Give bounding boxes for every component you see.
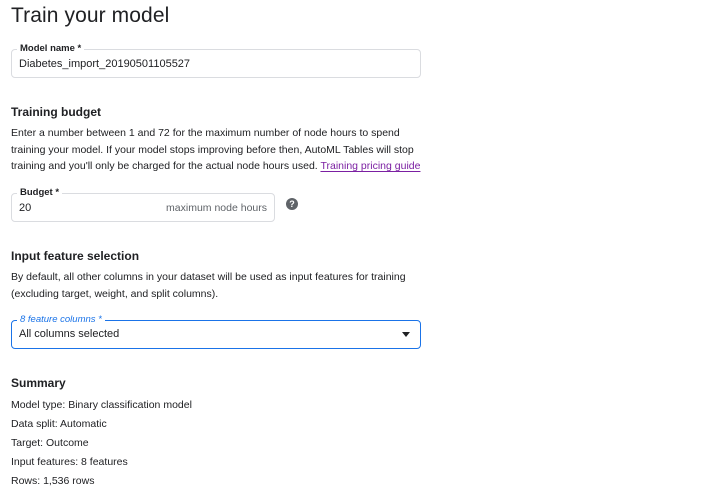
model-name-field[interactable]: Model name * Diabetes_import_20190501105… bbox=[11, 43, 421, 78]
input-feature-description: By default, all other columns in your da… bbox=[11, 269, 431, 302]
input-feature-description-line: By default, all other columns in your da… bbox=[11, 271, 406, 283]
page-title: Train your model bbox=[11, 4, 170, 27]
help-circle-icon[interactable]: ? bbox=[286, 198, 298, 210]
budget-input[interactable]: 20 bbox=[19, 202, 31, 214]
arrow-drop-down-icon[interactable] bbox=[402, 332, 410, 337]
feature-columns-label: 8 feature columns * bbox=[17, 314, 105, 326]
summary-rows: Rows: 1,536 rows bbox=[11, 475, 95, 487]
summary-input-features: Input features: 8 features bbox=[11, 456, 128, 468]
budget-label: Budget * bbox=[17, 187, 63, 199]
summary-data-split: Data split: Automatic bbox=[11, 418, 107, 430]
budget-suffix: maximum node hours bbox=[166, 202, 267, 214]
summary-model-type: Model type: Binary classification model bbox=[11, 399, 192, 411]
input-feature-description-line: (excluding target, weight, and split col… bbox=[11, 287, 219, 300]
input-feature-selection-heading: Input feature selection bbox=[11, 249, 140, 263]
budget-field[interactable]: Budget * 20 maximum node hours bbox=[11, 187, 275, 222]
summary-heading: Summary bbox=[11, 376, 66, 390]
training-budget-heading: Training budget bbox=[11, 105, 101, 119]
training-budget-description-text: training and you'll only be charged for … bbox=[11, 160, 318, 172]
feature-columns-value: All columns selected bbox=[19, 328, 120, 340]
model-name-label: Model name * bbox=[17, 43, 85, 55]
training-pricing-guide-link[interactable]: Training pricing guide bbox=[320, 160, 420, 172]
training-budget-description: Enter a number between 1 and 72 for the … bbox=[11, 125, 431, 175]
feature-columns-select[interactable]: 8 feature columns * All columns selected bbox=[11, 314, 421, 349]
training-budget-description-line: Enter a number between 1 and 72 for the … bbox=[11, 127, 400, 139]
training-budget-description-line: training and you'll only be charged for … bbox=[11, 158, 431, 175]
model-name-value[interactable]: Diabetes_import_20190501105527 bbox=[19, 58, 190, 70]
summary-target: Target: Outcome bbox=[11, 437, 89, 449]
training-budget-description-line: training your model. If your model stops… bbox=[11, 143, 414, 156]
